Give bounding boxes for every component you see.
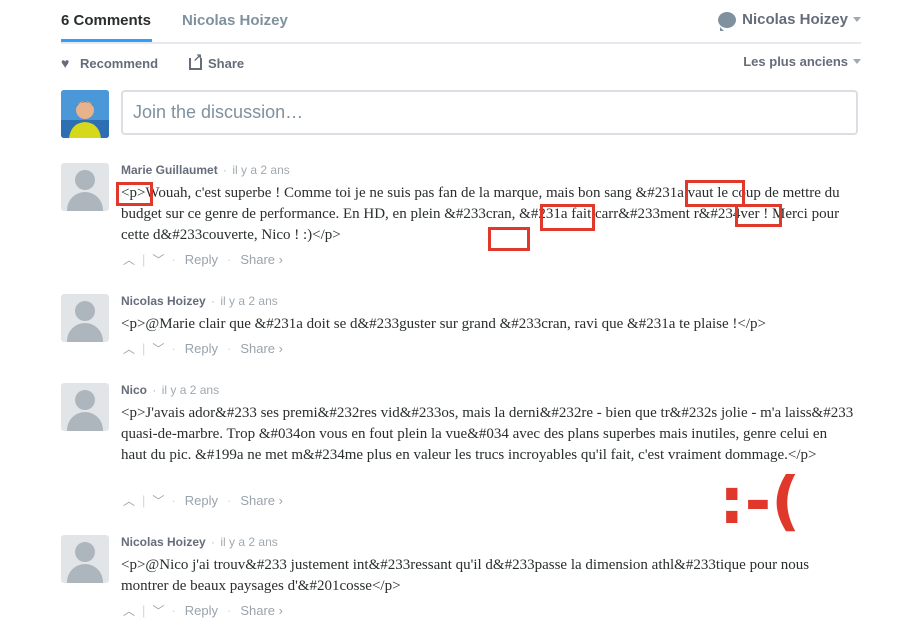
comment-compose[interactable] bbox=[121, 90, 858, 135]
share-link[interactable]: Share › bbox=[240, 252, 283, 267]
user-photo bbox=[61, 90, 109, 138]
comment-meta: Nico · il y a 2 ans bbox=[121, 383, 220, 397]
avatar[interactable] bbox=[61, 383, 109, 431]
comment: Nicolas Hoizey · il y a 2 ans <p>@Marie … bbox=[61, 294, 861, 359]
upvote-icon[interactable]: ︿ bbox=[121, 251, 137, 268]
recommend-label: Recommend bbox=[80, 56, 159, 71]
comment-text: <p>@Nico j'ai trouv&#233 justement int&#… bbox=[121, 557, 810, 594]
comment-text: <p>J'avais ador&#233 ses premi&#232res v… bbox=[121, 405, 854, 463]
highlight-box bbox=[735, 204, 782, 227]
heart-icon: ♥ bbox=[61, 55, 70, 71]
timestamp[interactable]: il y a 2 ans bbox=[162, 383, 219, 397]
share-icon bbox=[189, 51, 202, 70]
downvote-icon[interactable]: ﹀ bbox=[150, 251, 166, 268]
user-menu[interactable]: Nicolas Hoizey bbox=[718, 11, 861, 31]
thread-actions: ♥ Recommend Share Les plus anciens bbox=[61, 51, 861, 74]
timestamp[interactable]: il y a 2 ans bbox=[220, 535, 277, 549]
active-tab-indicator bbox=[61, 39, 152, 42]
chevron-down-icon bbox=[853, 17, 861, 22]
reply-link[interactable]: Reply bbox=[185, 341, 218, 356]
recommend-button[interactable]: ♥ Recommend bbox=[61, 56, 158, 71]
avatar[interactable] bbox=[61, 294, 109, 342]
tab-comments[interactable]: 6 Comments bbox=[61, 12, 151, 29]
comment-footer: ︿ | ﹀ · Reply · Share › bbox=[121, 602, 283, 619]
highlight-box bbox=[685, 180, 745, 207]
sort-dropdown[interactable]: Les plus anciens bbox=[743, 54, 861, 69]
chevron-down-icon bbox=[853, 59, 861, 64]
notification-bubble-icon[interactable] bbox=[718, 11, 737, 31]
comment-meta: Nicolas Hoizey · il y a 2 ans bbox=[121, 535, 278, 549]
avatar[interactable] bbox=[61, 90, 109, 138]
share-link[interactable]: Share › bbox=[240, 341, 283, 356]
comment-footer: ︿ | ﹀ · Reply · Share › bbox=[121, 251, 283, 268]
timestamp[interactable]: il y a 2 ans bbox=[232, 163, 289, 177]
tab-community[interactable]: Nicolas Hoizey bbox=[182, 12, 288, 29]
downvote-icon[interactable]: ﹀ bbox=[150, 602, 166, 619]
comment: Nicolas Hoizey · il y a 2 ans <p>@Nico j… bbox=[61, 535, 861, 620]
reply-link[interactable]: Reply bbox=[185, 252, 218, 267]
downvote-icon[interactable]: ﹀ bbox=[150, 492, 166, 509]
author-name[interactable]: Nico bbox=[121, 383, 147, 397]
downvote-icon[interactable]: ﹀ bbox=[150, 340, 166, 357]
avatar[interactable] bbox=[61, 535, 109, 583]
upvote-icon[interactable]: ︿ bbox=[121, 492, 137, 509]
user-name: Nicolas Hoizey bbox=[742, 11, 848, 28]
comment-meta: Marie Guillaumet · il y a 2 ans bbox=[121, 163, 290, 177]
reply-link[interactable]: Reply bbox=[185, 603, 218, 618]
share-label: Share bbox=[208, 56, 245, 71]
avatar[interactable] bbox=[61, 163, 109, 211]
upvote-icon[interactable]: ︿ bbox=[121, 340, 137, 357]
timestamp[interactable]: il y a 2 ans bbox=[220, 294, 277, 308]
comments-header: 6 Comments Nicolas Hoizey Nicolas Hoizey bbox=[61, 0, 861, 44]
comment-text: <p>@Marie clair que &#231a doit se d&#23… bbox=[121, 316, 766, 332]
comment-input[interactable] bbox=[123, 92, 856, 133]
author-name[interactable]: Nicolas Hoizey bbox=[121, 535, 206, 549]
upvote-icon[interactable]: ︿ bbox=[121, 602, 137, 619]
author-name[interactable]: Marie Guillaumet bbox=[121, 163, 218, 177]
share-link[interactable]: Share › bbox=[240, 603, 283, 618]
comment-footer: ︿ | ﹀ · Reply · Share › bbox=[121, 340, 283, 357]
sort-label: Les plus anciens bbox=[743, 54, 848, 69]
highlight-box bbox=[488, 227, 530, 251]
author-name[interactable]: Nicolas Hoizey bbox=[121, 294, 206, 308]
comment-meta: Nicolas Hoizey · il y a 2 ans bbox=[121, 294, 278, 308]
share-link[interactable]: Share › bbox=[240, 493, 283, 508]
highlight-box bbox=[540, 204, 595, 231]
share-thread-button[interactable]: Share bbox=[189, 51, 245, 71]
highlight-box bbox=[116, 182, 153, 206]
comment-footer: ︿ | ﹀ · Reply · Share › bbox=[121, 492, 283, 509]
reply-link[interactable]: Reply bbox=[185, 493, 218, 508]
sad-emoticon-annotation: :-( bbox=[719, 465, 801, 539]
